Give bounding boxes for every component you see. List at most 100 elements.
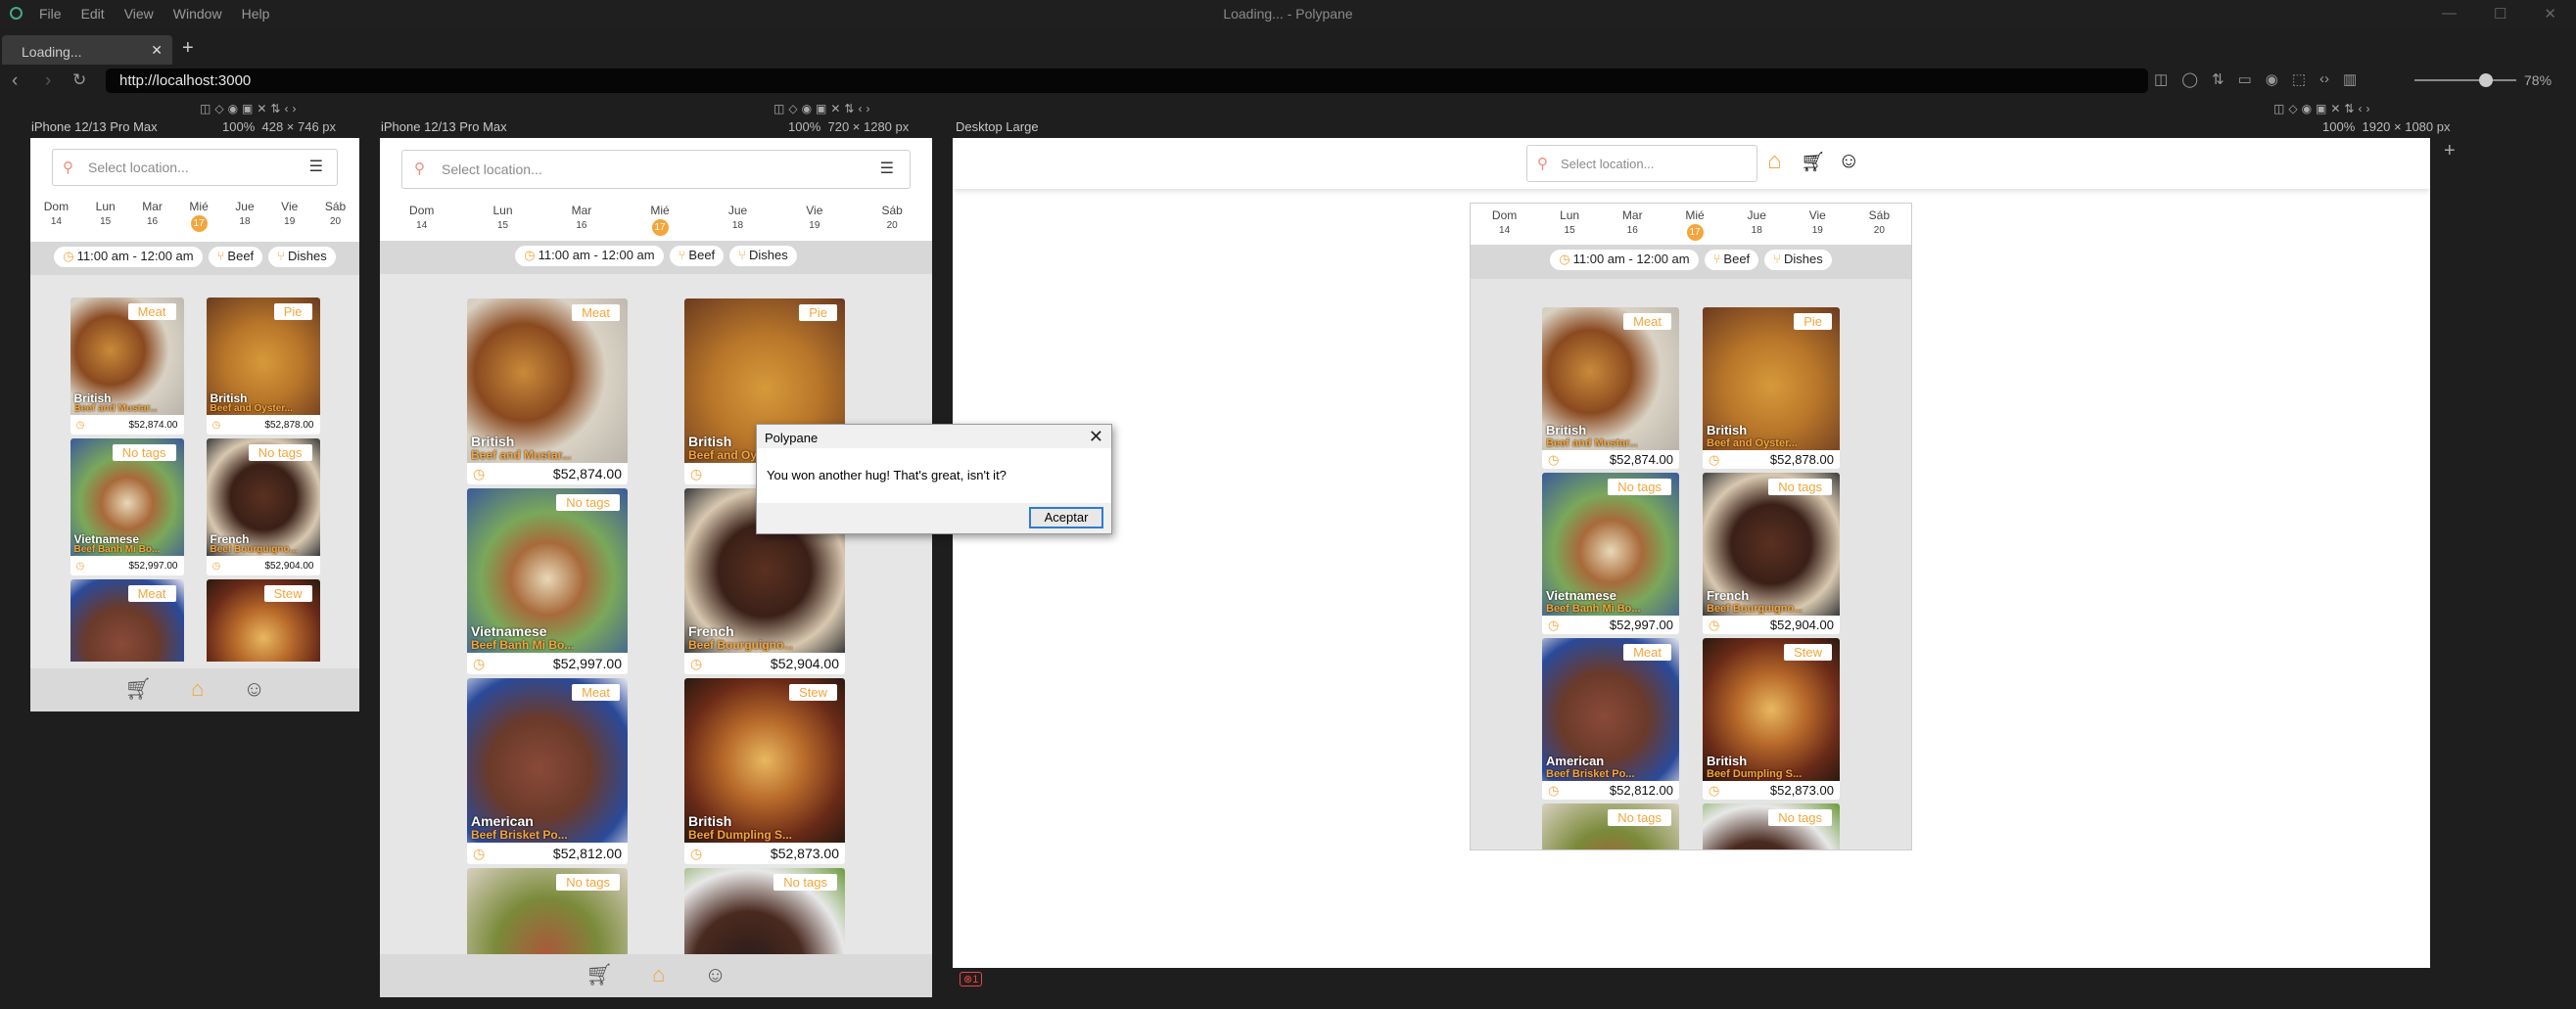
dish-card[interactable]: StewBritishBeef Dumpling S...◷$52,873.00 bbox=[684, 678, 845, 864]
day-jue[interactable]: Jue 18 bbox=[728, 203, 747, 241]
day-mar[interactable]: Mar 16 bbox=[572, 203, 592, 241]
day-number: 17 bbox=[1686, 224, 1704, 242]
day-vie[interactable]: Vie 19 bbox=[806, 203, 822, 241]
day-sab[interactable]: Sáb 20 bbox=[882, 203, 903, 241]
day-dom[interactable]: Dom 14 bbox=[44, 199, 69, 242]
day-mar[interactable]: Mar 16 bbox=[142, 199, 163, 242]
day-jue[interactable]: Jue 18 bbox=[1748, 207, 1766, 245]
day-vie[interactable]: Vie 19 bbox=[281, 199, 298, 242]
sync-icon[interactable]: ◯ bbox=[2181, 70, 2198, 88]
url-input[interactable]: http://localhost:3000 bbox=[106, 69, 2148, 93]
dish-tag: Pie bbox=[1794, 313, 1832, 330]
dish-card[interactable]: MeatAmericanBeef Brisket Po...◷$52,812.0… bbox=[1542, 638, 1679, 800]
day-mie[interactable]: Mié 17 bbox=[650, 203, 670, 241]
home-icon[interactable]: ⌂ bbox=[191, 676, 204, 711]
cart-icon[interactable]: 🛒︎ bbox=[585, 962, 613, 997]
dish-card[interactable]: No tags Vietnamese Beef Banh Mi Bo... ◷ $52,… bbox=[1542, 473, 1679, 634]
day-mie[interactable]: Mié 17 bbox=[189, 199, 209, 242]
day-sab[interactable]: Sáb 20 bbox=[325, 199, 346, 242]
pane-2-tools[interactable]: ◫◇◉▣✕⇅‹› bbox=[773, 102, 873, 115]
browser-tab[interactable]: Loading... ✕ bbox=[2, 35, 172, 65]
dish-card[interactable]: StewBritishBeef Dumpling S...◷$52,873.00 bbox=[206, 579, 320, 662]
filter-icon[interactable]: ☰ bbox=[880, 159, 894, 178]
back-icon[interactable]: ‹ bbox=[12, 70, 18, 92]
dish-card[interactable]: No tags bbox=[1703, 803, 1840, 849]
add-pane-icon[interactable]: + bbox=[2444, 140, 2456, 162]
dish-name: Beef and Mustar... bbox=[73, 403, 159, 414]
dish-card[interactable]: No tags bbox=[1542, 803, 1679, 849]
dish-name: Beef Dumpling S... bbox=[1707, 768, 1803, 780]
category-chip[interactable]: ⑂ Dishes bbox=[729, 246, 797, 266]
time-chip[interactable]: ◷ 11:00 am - 12:00 am bbox=[515, 246, 664, 266]
protein-chip[interactable]: ⑂ Beef bbox=[669, 246, 725, 266]
dish-card[interactable]: MeatAmericanBeef Brisket Po...◷$52,812.0… bbox=[467, 678, 628, 864]
day-lun[interactable]: Lun 15 bbox=[1560, 207, 1579, 245]
minimize-icon[interactable]: — bbox=[2442, 5, 2457, 23]
location-search[interactable]: ⚲ Select location... ☰ bbox=[52, 149, 338, 186]
day-lun[interactable]: Lun 15 bbox=[96, 199, 116, 242]
category-chip[interactable]: ⑂ Dishes bbox=[268, 247, 336, 267]
sort-icon[interactable]: ⇅ bbox=[2212, 70, 2225, 88]
utensils-icon: ⑂ bbox=[216, 249, 225, 263]
sidebar-icon[interactable]: ▥ bbox=[2343, 70, 2357, 88]
home-icon[interactable]: ⌂ bbox=[652, 962, 665, 997]
day-jue[interactable]: Jue 18 bbox=[235, 199, 254, 242]
dish-card[interactable]: PieBritishBeef and Oyster...◷$52,878.00 bbox=[1703, 307, 1840, 469]
time-chip[interactable]: ◷ 11:00 am - 12:00 am bbox=[1550, 250, 1699, 270]
error-count-badge[interactable]: ⊗1 bbox=[960, 972, 983, 986]
profile-icon[interactable]: ☺ bbox=[1838, 148, 1859, 173]
category-chip[interactable]: ⑂ Dishes bbox=[1764, 250, 1832, 270]
devices-icon[interactable]: ▭ bbox=[2238, 70, 2252, 88]
filter-icon[interactable]: ☰ bbox=[309, 157, 323, 176]
day-sab[interactable]: Sáb 20 bbox=[1869, 207, 1890, 245]
dish-card[interactable]: StewBritishBeef Dumpling S...◷$52,873.00 bbox=[1703, 638, 1840, 800]
reload-icon[interactable]: ↻ bbox=[72, 70, 86, 90]
day-mie[interactable]: Mié 17 bbox=[1685, 207, 1705, 245]
pane-1-tools[interactable]: ◫◇◉▣✕⇅‹› bbox=[200, 102, 300, 115]
price-row: ◷ $52,904.00 bbox=[206, 556, 320, 575]
forward-icon[interactable]: › bbox=[45, 70, 51, 92]
dish-card[interactable]: PieBritishBeef and Oyster...◷$52,878.00 bbox=[206, 298, 320, 435]
cart-icon[interactable]: 🛒︎ bbox=[124, 676, 152, 711]
dish-card[interactable]: No tags Vietnamese Beef Banh Mi Bo... ◷ $52,… bbox=[70, 438, 184, 575]
dish-card[interactable]: No tags bbox=[467, 868, 628, 954]
day-lun[interactable]: Lun 15 bbox=[492, 203, 512, 241]
zoom-slider[interactable] bbox=[2414, 79, 2516, 81]
dish-card[interactable]: Meat British Beef and Mustar... ◷ $52,874.00 bbox=[467, 298, 628, 484]
location-search[interactable]: ⚲ Select location... ☰ bbox=[401, 150, 911, 189]
zoom-slider-handle[interactable] bbox=[2479, 73, 2493, 87]
day-vie[interactable]: Vie 19 bbox=[1809, 207, 1826, 245]
dialog-close-icon[interactable]: ✕ bbox=[1089, 427, 1103, 447]
dish-card[interactable]: No tags bbox=[684, 868, 845, 954]
pane-3-tools[interactable]: ◫◇◉▣✕⇅‹› bbox=[2273, 102, 2373, 115]
dish-card[interactable]: No tagsFrenchBeef Bourguigno...◷$52,904.… bbox=[206, 438, 320, 575]
dish-card[interactable]: Meat British Beef and Mustar... ◷ $52,874.00 bbox=[70, 298, 184, 435]
clock-icon: ◷ bbox=[690, 845, 703, 861]
day-dom[interactable]: Dom 14 bbox=[1492, 207, 1517, 245]
dialog-ok-button[interactable]: Aceptar bbox=[1029, 507, 1103, 528]
layout-icon[interactable]: ◫ bbox=[2154, 70, 2168, 88]
pointer-icon[interactable]: ⬚ bbox=[2292, 70, 2306, 88]
maximize-icon[interactable]: ☐ bbox=[2494, 5, 2506, 23]
day-name: Sáb bbox=[324, 200, 347, 213]
dish-card[interactable]: Meat British Beef and Mustar... ◷ $52,874.00 bbox=[1542, 307, 1679, 469]
protein-chip[interactable]: ⑂ Beef bbox=[208, 247, 263, 267]
day-dom[interactable]: Dom 14 bbox=[409, 203, 434, 241]
protein-chip[interactable]: ⑂ Beef bbox=[1704, 250, 1759, 270]
new-tab-icon[interactable]: + bbox=[182, 37, 194, 60]
dish-cuisine: French bbox=[688, 623, 734, 639]
camera-icon[interactable]: ◉ bbox=[2266, 70, 2278, 88]
day-mar[interactable]: Mar 16 bbox=[1622, 207, 1643, 245]
tab-close-icon[interactable]: ✕ bbox=[151, 42, 163, 59]
profile-icon[interactable]: ☺ bbox=[704, 962, 726, 997]
location-search[interactable]: ⚲ Select location... bbox=[1526, 145, 1757, 182]
close-window-icon[interactable]: ✕ bbox=[2544, 5, 2556, 23]
dish-card[interactable]: MeatAmericanBeef Brisket Po...◷$52,812.0… bbox=[70, 579, 184, 662]
home-icon[interactable]: ⌂ bbox=[1767, 148, 1782, 175]
code-icon[interactable]: ‹› bbox=[2319, 70, 2329, 88]
profile-icon[interactable]: ☺ bbox=[243, 676, 264, 711]
dish-card[interactable]: No tagsFrenchBeef Bourguigno...◷$52,904.… bbox=[1703, 473, 1840, 634]
time-chip[interactable]: ◷ 11:00 am - 12:00 am bbox=[54, 247, 203, 267]
cart-icon[interactable]: 🛒︎ bbox=[1801, 150, 1825, 174]
dish-card[interactable]: No tags Vietnamese Beef Banh Mi Bo... ◷ $52,… bbox=[467, 488, 628, 674]
